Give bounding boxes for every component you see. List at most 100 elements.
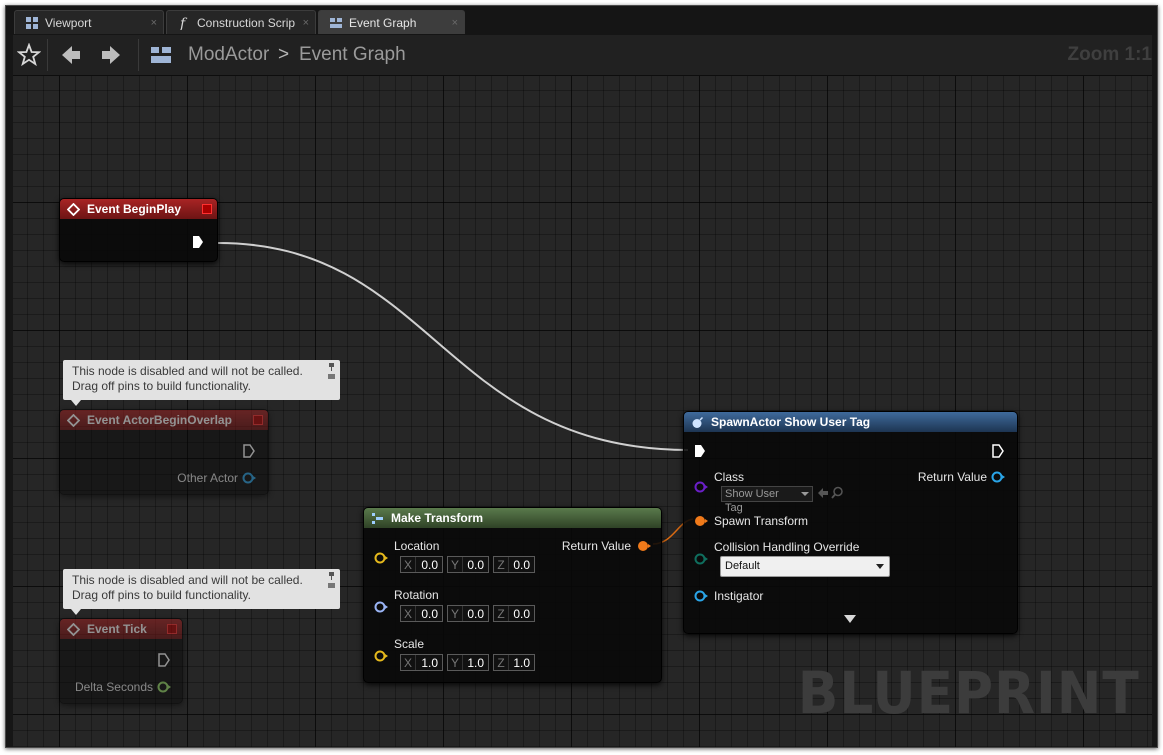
value: 0.0	[513, 607, 530, 621]
location-y-field[interactable]: Y 0.0	[447, 556, 489, 573]
close-icon[interactable]: ×	[452, 11, 458, 34]
blueprint-graph-icon	[151, 47, 171, 63]
exec-output-pin[interactable]	[192, 235, 204, 249]
transform-output-pin[interactable]	[637, 539, 651, 553]
node-make-transform[interactable]: Make Transform Return Value Location X 0.…	[363, 507, 662, 683]
axis-label: Y	[448, 655, 463, 670]
event-graph-icon	[330, 18, 342, 28]
vector-input-pin[interactable]	[374, 649, 388, 663]
rotator-input-pin[interactable]	[374, 600, 388, 614]
breadcrumb-root[interactable]: ModActor	[188, 35, 269, 75]
collision-dropdown[interactable]: Default	[720, 556, 890, 577]
node-event-beginplay[interactable]: Event BeginPlay	[59, 198, 218, 262]
blueprint-watermark: BLUEPRINT	[798, 659, 1140, 727]
object-output-pin[interactable]	[242, 471, 256, 485]
object-output-pin[interactable]	[991, 470, 1005, 484]
axis-label: Z	[494, 606, 509, 621]
pin-label-class: Class	[714, 470, 745, 484]
vector-input-pin[interactable]	[374, 551, 388, 565]
function-icon: f	[179, 16, 188, 30]
axis-label: X	[401, 655, 416, 670]
comment-line: This node is disabled and will not be ca…	[72, 573, 303, 587]
pin-label-location: Location	[394, 539, 440, 553]
pin-label-other-actor: Other Actor	[177, 471, 238, 485]
blueprint-editor-window: Viewport × f Construction Scrip × Event …	[5, 5, 1158, 748]
scale-y-field[interactable]: Y 1.0	[447, 654, 489, 671]
collision-value: Default	[725, 560, 760, 572]
delegate-pin[interactable]	[167, 624, 177, 634]
class-selector[interactable]: Show User Tag	[721, 486, 813, 514]
use-selected-arrow-icon[interactable]	[817, 487, 829, 499]
axis-label: Y	[448, 606, 463, 621]
tab-label: Viewport	[45, 16, 92, 30]
exec-output-pin[interactable]	[158, 653, 170, 667]
comment-tail	[71, 609, 81, 615]
node-event-actor-begin-overlap[interactable]: Event ActorBeginOverlap Other Actor	[59, 409, 269, 495]
location-x-field[interactable]: X 0.0	[400, 556, 443, 573]
viewport-icon	[26, 17, 38, 29]
exec-output-pin[interactable]	[992, 444, 1004, 458]
spawn-bomb-icon	[692, 416, 704, 428]
object-input-pin[interactable]	[694, 589, 708, 603]
node-header: Event Tick	[60, 619, 182, 639]
tab-label: Construction Scrip	[197, 16, 296, 30]
tab-event-graph[interactable]: Event Graph ×	[318, 10, 465, 34]
value: 0.0	[467, 607, 484, 621]
class-value: Show User Tag	[725, 488, 779, 514]
scale-x-field[interactable]: X 1.0	[400, 654, 443, 671]
exec-wire	[217, 242, 689, 451]
node-header: SpawnActor Show User Tag	[684, 412, 1017, 432]
browse-search-icon[interactable]	[831, 486, 844, 499]
node-event-tick[interactable]: Event Tick Delta Seconds	[59, 618, 183, 704]
node-spawn-actor[interactable]: SpawnActor Show User Tag Class Show User…	[683, 411, 1018, 634]
rotation-z-field[interactable]: Z 0.0	[493, 605, 535, 622]
exec-output-pin[interactable]	[243, 444, 255, 458]
node-title: SpawnActor Show User Tag	[711, 415, 871, 429]
axis-label: Z	[494, 655, 509, 670]
pin-comment-icon[interactable]	[327, 571, 336, 589]
tab-bar: Viewport × f Construction Scrip × Event …	[6, 6, 1157, 35]
value: 0.0	[421, 607, 438, 621]
delegate-pin[interactable]	[253, 415, 263, 425]
scale-z-field[interactable]: Z 1.0	[493, 654, 535, 671]
pin-comment-icon[interactable]	[327, 362, 336, 380]
axis-label: X	[401, 606, 416, 621]
chevron-down-icon	[876, 564, 884, 569]
rotation-y-field[interactable]: Y 0.0	[447, 605, 489, 622]
pin-label-rotation: Rotation	[394, 588, 439, 602]
transform-input-pin[interactable]	[694, 514, 708, 528]
pin-label-delta-seconds: Delta Seconds	[74, 680, 153, 694]
exec-input-pin[interactable]	[694, 444, 706, 458]
axis-label: Z	[494, 557, 509, 572]
svg-text:f: f	[179, 16, 188, 30]
close-icon[interactable]: ×	[151, 11, 157, 34]
float-output-pin[interactable]	[157, 680, 171, 694]
pin-label-collision: Collision Handling Override	[714, 540, 860, 554]
pin-label-return-value: Return Value	[561, 539, 631, 553]
pin-label-spawn-transform: Spawn Transform	[714, 514, 809, 528]
rotation-x-field[interactable]: X 0.0	[400, 605, 443, 622]
comment-line: This node is disabled and will not be ca…	[72, 364, 303, 378]
axis-label: X	[401, 557, 416, 572]
location-z-field[interactable]: Z 0.0	[493, 556, 535, 573]
enum-input-pin[interactable]	[694, 552, 708, 566]
class-input-pin[interactable]	[694, 480, 708, 494]
tab-viewport[interactable]: Viewport ×	[14, 10, 164, 34]
axis-label: Y	[448, 557, 463, 572]
value: 1.0	[467, 656, 484, 670]
pin-label-instigator: Instigator	[714, 589, 764, 603]
toolbar-separator	[138, 39, 139, 71]
forward-arrow-icon[interactable]	[99, 43, 123, 67]
close-icon[interactable]: ×	[303, 11, 309, 34]
value: 1.0	[513, 656, 530, 670]
event-graph-canvas[interactable]: BLUEPRINT Event BeginPlay This node is d…	[13, 76, 1152, 747]
delegate-pin[interactable]	[202, 204, 212, 214]
tab-construction-script[interactable]: f Construction Scrip ×	[166, 10, 316, 34]
comment-line: Drag off pins to build functionality.	[72, 588, 251, 602]
back-arrow-icon[interactable]	[59, 43, 83, 67]
value: 0.0	[467, 558, 484, 572]
event-diamond-icon	[67, 623, 80, 636]
star-icon[interactable]	[17, 43, 41, 67]
value: 1.0	[421, 656, 438, 670]
expand-advanced-arrow-icon[interactable]	[844, 615, 856, 624]
